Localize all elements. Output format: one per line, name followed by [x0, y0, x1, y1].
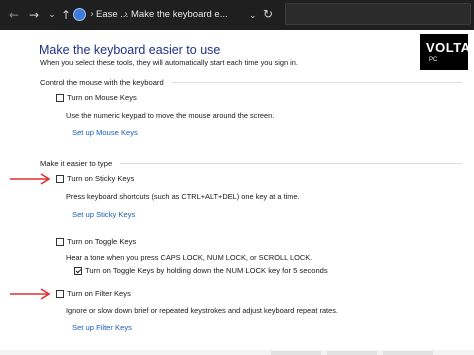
breadcrumb-separator-icon: › [124, 9, 128, 20]
page-subtitle: When you select these tools, they will a… [40, 58, 298, 67]
search-input[interactable] [285, 3, 471, 25]
refresh-icon[interactable]: ↻ [263, 6, 273, 22]
forward-arrow-icon[interactable]: → [26, 7, 42, 23]
sticky-keys-checkbox[interactable] [56, 175, 64, 183]
ok-button[interactable] [271, 351, 321, 355]
section-divider [172, 82, 462, 83]
address-dropdown-chevron-icon[interactable]: ⌄ [249, 7, 257, 23]
toggle-keys-numlock-label[interactable]: Turn on Toggle Keys by holding down the … [85, 266, 328, 275]
sticky-keys-label[interactable]: Turn on Sticky Keys [67, 174, 134, 183]
apply-button[interactable] [383, 351, 433, 355]
watermark-logo-sub: PC [429, 57, 438, 63]
filter-keys-checkbox[interactable] [56, 290, 64, 298]
filter-keys-description: Ignore or slow down brief or repeated ke… [66, 306, 338, 315]
setup-mouse-keys-link[interactable]: Set up Mouse Keys [72, 128, 138, 137]
cancel-button[interactable] [327, 351, 377, 355]
section-heading-typing: Make it easier to type [40, 159, 113, 168]
control-panel-icon [73, 8, 86, 21]
mouse-keys-checkbox[interactable] [56, 94, 64, 102]
breadcrumb-separator-icon: › [90, 9, 94, 20]
settings-content: VOLTA PC Make the keyboard easier to use… [0, 30, 474, 355]
watermark-logo: VOLTA PC [420, 34, 471, 70]
up-arrow-icon[interactable]: ↑ [58, 7, 74, 23]
toggle-keys-description: Hear a tone when you press CAPS LOCK, NU… [66, 253, 313, 262]
breadcrumb-make-keyboard-easier[interactable]: Make the keyboard e... [131, 7, 228, 23]
filter-keys-label[interactable]: Turn on Filter Keys [67, 289, 131, 298]
highlight-arrow-filter [10, 288, 51, 300]
sticky-keys-description: Press keyboard shortcuts (such as CTRL+A… [66, 192, 300, 201]
mouse-keys-label[interactable]: Turn on Mouse Keys [67, 93, 137, 102]
toggle-keys-label[interactable]: Turn on Toggle Keys [67, 237, 136, 246]
section-divider [120, 163, 462, 164]
address-bar: ← → ⌄ ↑ › Ease ... › Make the keyboard e… [0, 0, 474, 30]
highlight-arrow-sticky [10, 173, 51, 185]
back-arrow-icon[interactable]: ← [6, 7, 22, 23]
setup-filter-keys-link[interactable]: Set up Filter Keys [72, 323, 132, 332]
mouse-keys-description: Use the numeric keypad to move the mouse… [66, 111, 275, 120]
page-title: Make the keyboard easier to use [39, 43, 221, 57]
toggle-keys-numlock-checkbox[interactable] [74, 267, 82, 275]
setup-sticky-keys-link[interactable]: Set up Sticky Keys [72, 210, 135, 219]
section-heading-mouse: Control the mouse with the keyboard [40, 78, 164, 87]
watermark-logo-text: VOLTA [426, 40, 471, 55]
toggle-keys-checkbox[interactable] [56, 238, 64, 246]
